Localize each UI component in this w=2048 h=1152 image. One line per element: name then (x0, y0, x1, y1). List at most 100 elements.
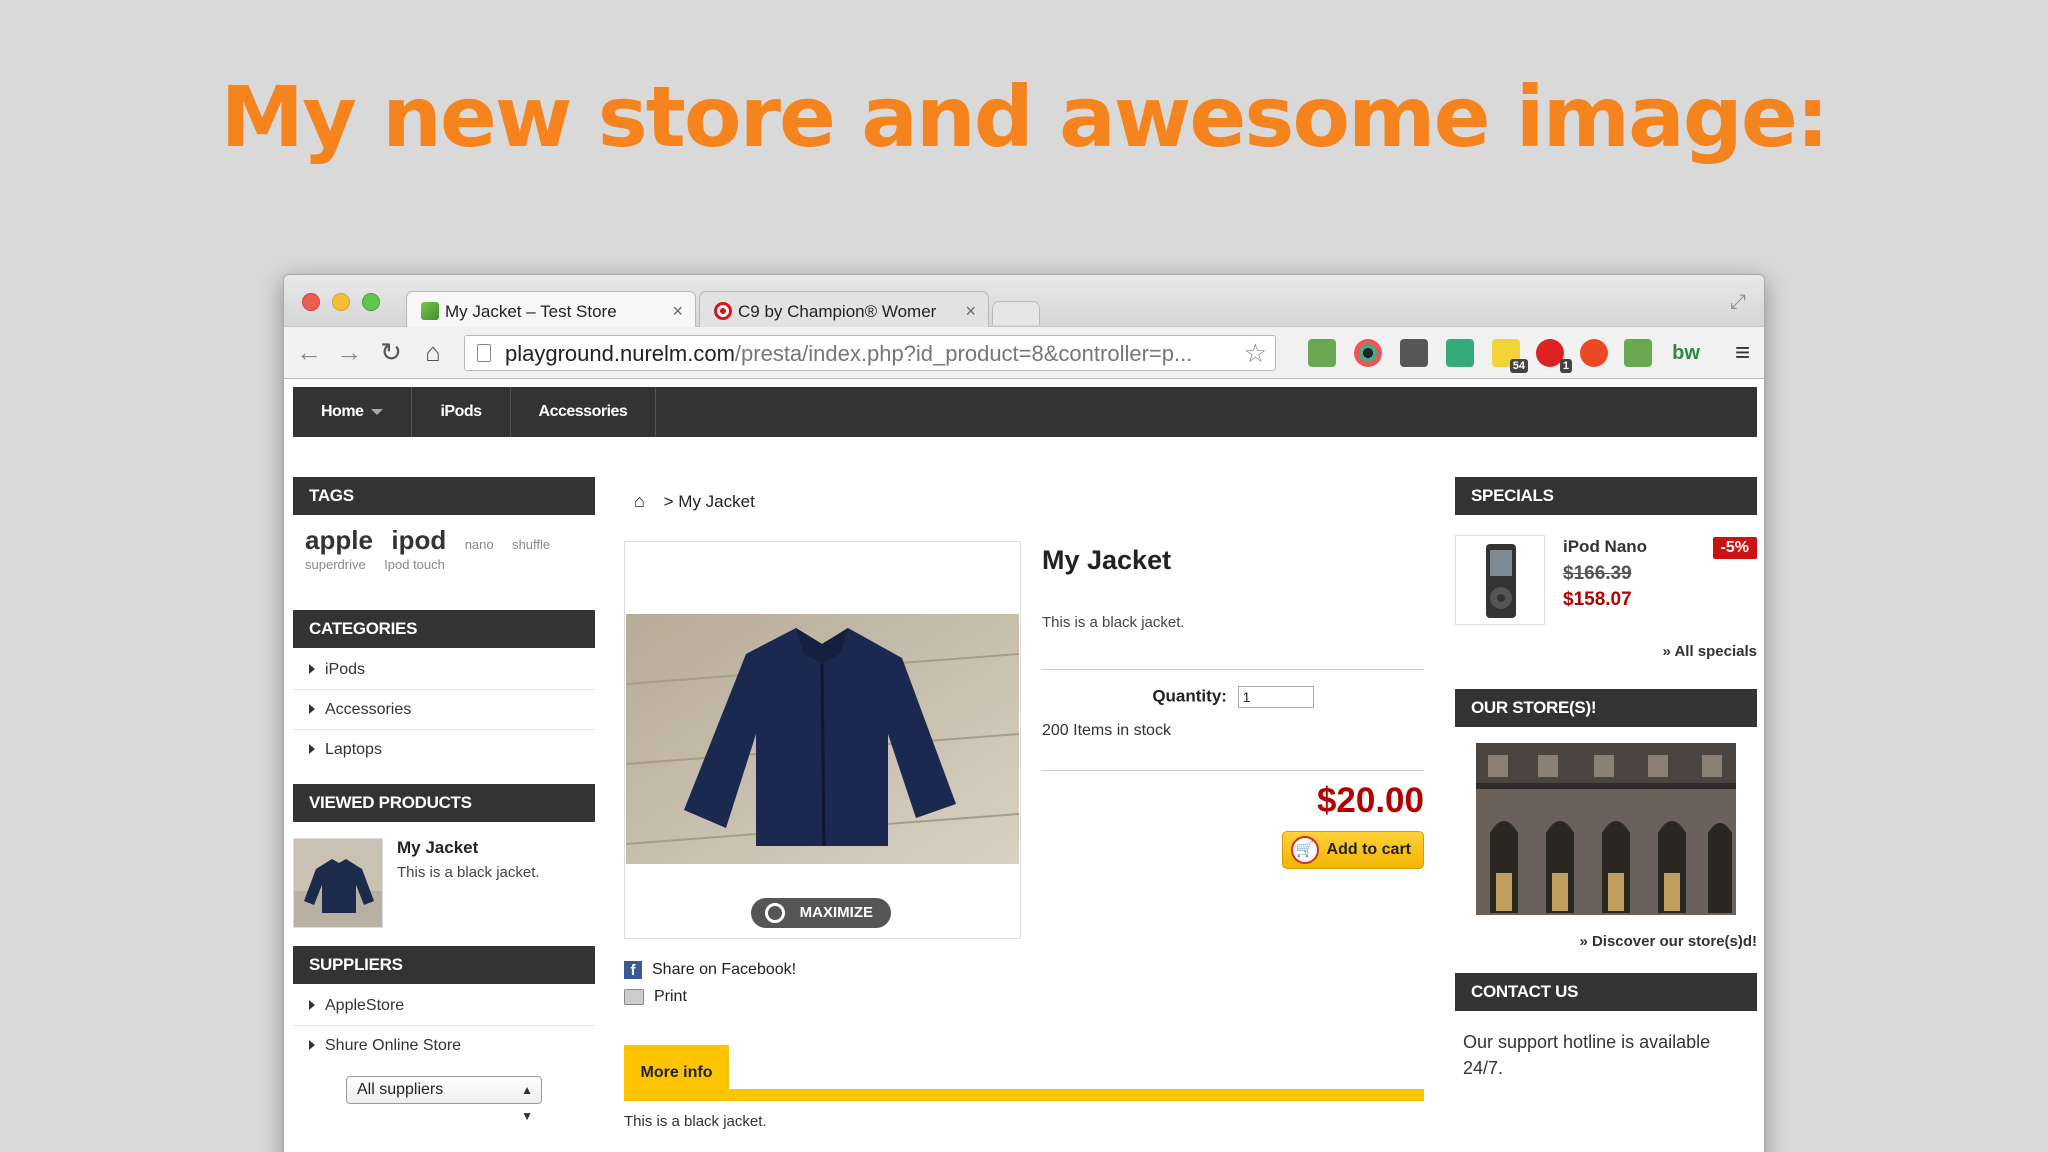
tab-title: C9 by Champion® Womer (738, 302, 937, 321)
quantity-input[interactable]: 1 (1237, 686, 1314, 708)
category-ipods[interactable]: iPods (293, 650, 595, 690)
category-label: Accessories (325, 701, 412, 718)
extension-bw-icon[interactable]: bw (1668, 339, 1704, 367)
printer-icon (624, 988, 644, 1005)
category-accessories[interactable]: Accessories (293, 690, 595, 730)
forward-icon[interactable]: → (334, 337, 364, 367)
print-link[interactable]: Print (624, 986, 796, 1013)
home-icon[interactable]: ⌂ (634, 491, 645, 512)
left-column: TAGS apple ipod nano shuffle superdrive … (293, 477, 595, 1123)
extension-puzzle-icon[interactable] (1446, 339, 1474, 367)
suppliers-select[interactable]: All suppliers ▲ ▼ (346, 1076, 542, 1123)
viewed-product-desc: This is a black jacket. (397, 864, 540, 881)
url-path: /presta/index.php?id_product=8&controlle… (734, 341, 1193, 366)
viewed-products-title: VIEWED PRODUCTS (293, 784, 595, 822)
extension-pocket-icon[interactable] (1400, 339, 1428, 367)
supplier-shure[interactable]: Shure Online Store (293, 1026, 595, 1066)
tab-close-icon[interactable]: × (672, 301, 683, 322)
maximize-button[interactable]: MAXIMIZE (751, 898, 891, 928)
extension-color-icon[interactable] (1354, 339, 1382, 367)
tag-shuffle[interactable]: shuffle (512, 537, 550, 552)
extension-notes-icon[interactable]: 54 (1492, 339, 1528, 373)
special-thumbnail[interactable] (1455, 535, 1545, 625)
supplier-label: Shure Online Store (325, 1037, 462, 1054)
extension-evernote-icon[interactable] (1308, 339, 1336, 367)
caret-right-icon (309, 1000, 315, 1010)
caret-right-icon (309, 664, 315, 674)
reload-icon[interactable]: ↻ (376, 337, 406, 367)
add-to-cart-label: Add to cart (1326, 841, 1411, 858)
chevron-down-icon (371, 408, 384, 415)
supplier-applestore[interactable]: AppleStore (293, 986, 595, 1026)
product-image-box: MAXIMIZE (624, 541, 1021, 939)
cart-icon: 🛒 (1291, 836, 1319, 864)
quantity-row: Quantity: 1 (1042, 686, 1424, 708)
divider (1042, 669, 1424, 670)
special-new-price: $158.07 (1563, 589, 1632, 610)
discover-stores-link[interactable]: » Discover our store(s)d! (1455, 933, 1757, 973)
home-icon[interactable]: ⌂ (418, 337, 448, 367)
breadcrumb-current: My Jacket (678, 492, 755, 511)
specials-title: SPECIALS (1455, 477, 1757, 515)
tag-superdrive[interactable]: superdrive (305, 557, 366, 572)
tab-c9-champion[interactable]: C9 by Champion® Womer × (699, 291, 989, 328)
print-label: Print (654, 988, 687, 1005)
contact-text: Our support hotline is available 24/7. (1463, 1032, 1711, 1078)
product-title: My Jacket (1042, 545, 1172, 575)
right-column: SPECIALS iPod Nano $166.39 $158.07 -5% »… (1455, 477, 1757, 1081)
viewed-product-name[interactable]: My Jacket (397, 838, 478, 858)
caret-right-icon (309, 1040, 315, 1050)
suppliers-select-value: All suppliers (357, 1081, 444, 1098)
minimize-window-button[interactable] (332, 293, 350, 311)
tab-my-jacket[interactable]: My Jacket – Test Store × (406, 291, 696, 328)
top-navigation: Home iPods Accessories (293, 387, 1757, 437)
back-icon[interactable]: ← (294, 337, 324, 367)
divider (1042, 770, 1424, 771)
share-facebook-link[interactable]: f Share on Facebook! (624, 959, 796, 986)
stores-title: OUR STORE(S)! (1455, 689, 1757, 727)
all-specials-link[interactable]: » All specials (1663, 643, 1758, 660)
breadcrumb: ⌂ > My Jacket (624, 477, 1424, 533)
address-bar[interactable]: playground.nurelm.com/presta/index.php?i… (464, 335, 1276, 371)
suppliers-list: AppleStore Shure Online Store (293, 984, 595, 1066)
nav-ipods[interactable]: iPods (412, 387, 511, 437)
fullscreen-icon[interactable]: ⤢ (1730, 291, 1746, 314)
store-favicon-icon (421, 302, 439, 320)
browser-menu-icon[interactable]: ≡ (1735, 339, 1750, 365)
extension-clip-icon[interactable] (1624, 339, 1652, 367)
page-icon (477, 344, 491, 362)
tag-ipod-touch[interactable]: Ipod touch (384, 557, 445, 572)
zoom-window-button[interactable] (362, 293, 380, 311)
bookmark-star-icon[interactable]: ☆ (1244, 338, 1267, 369)
breadcrumb-separator: > (663, 492, 674, 511)
tag-apple[interactable]: apple (305, 525, 373, 556)
tab-strip: My Jacket – Test Store × C9 by Champion®… (284, 275, 1764, 328)
tag-nano[interactable]: nano (465, 537, 494, 552)
tab-close-icon[interactable]: × (965, 301, 976, 322)
new-tab-button[interactable] (992, 301, 1040, 325)
product-photo[interactable] (626, 614, 1019, 864)
target-favicon-icon (714, 302, 732, 320)
browser-toolbar: ← → ↻ ⌂ playground.nurelm.com/presta/ind… (284, 327, 1764, 379)
tag-ipod[interactable]: ipod (391, 525, 446, 556)
nav-home[interactable]: Home (293, 387, 413, 437)
extension-stumbleupon-icon[interactable] (1580, 339, 1608, 367)
nav-accessories[interactable]: Accessories (511, 387, 657, 437)
add-to-cart-button[interactable]: 🛒 Add to cart (1282, 831, 1424, 869)
viewed-product-thumbnail[interactable] (293, 838, 383, 928)
discount-badge: -5% (1712, 537, 1757, 559)
special-item: iPod Nano $166.39 $158.07 -5% » All spec… (1455, 515, 1757, 665)
categories-title: CATEGORIES (293, 610, 595, 648)
category-laptops[interactable]: Laptops (293, 730, 595, 770)
close-window-button[interactable] (302, 293, 320, 311)
facebook-icon: f (624, 960, 642, 979)
extension-adblock-icon[interactable]: 1 (1536, 339, 1572, 373)
store-photo[interactable] (1476, 743, 1736, 915)
special-name[interactable]: iPod Nano (1563, 537, 1647, 557)
tab-more-info[interactable]: More info (624, 1045, 729, 1101)
product-price: $20.00 (1316, 781, 1424, 820)
store-page: Home iPods Accessories TAGS apple ipod n… (284, 379, 1764, 1152)
caret-right-icon (309, 744, 315, 754)
product-short-desc: This is a black jacket. (1042, 614, 1185, 631)
zoom-icon (765, 903, 785, 923)
